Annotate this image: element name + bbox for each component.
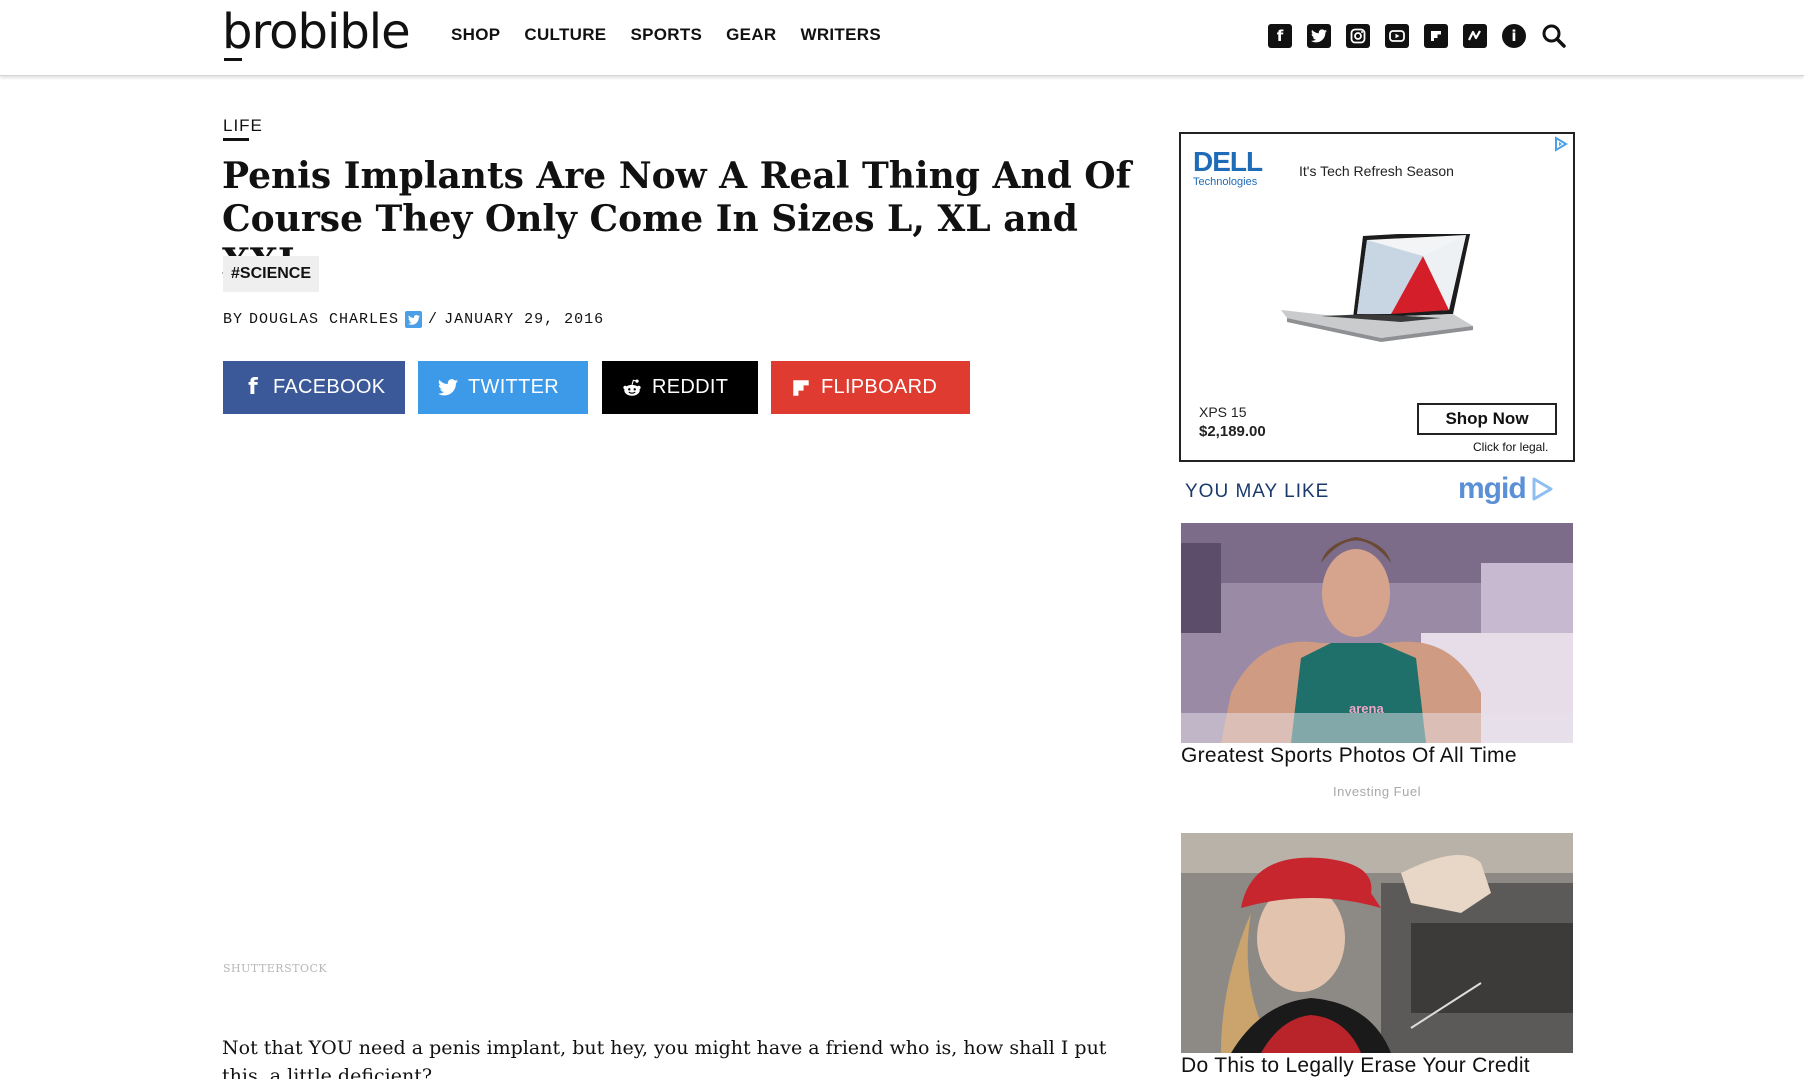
social-links: f i bbox=[1268, 23, 1567, 49]
nav-writers[interactable]: WRITERS bbox=[800, 25, 880, 45]
share-reddit-label: REDDIT bbox=[652, 376, 729, 398]
article-category[interactable]: LIFE bbox=[223, 116, 263, 136]
flipboard-icon[interactable] bbox=[1424, 24, 1448, 48]
sponsored-card-title[interactable]: Do This to Legally Erase Your Credit bbox=[1181, 1054, 1581, 1078]
ad-legal-link[interactable]: Click for legal. bbox=[1473, 440, 1548, 454]
adchoices-icon[interactable] bbox=[1553, 136, 1569, 152]
dell-logo: DELL bbox=[1193, 146, 1263, 177]
logo-underline bbox=[224, 58, 242, 61]
article-headline: Penis Implants Are Now A Real Thing And … bbox=[222, 155, 1132, 283]
ad-product-price: $2,189.00 bbox=[1199, 423, 1266, 440]
author-link[interactable]: DOUGLAS CHARLES bbox=[249, 311, 399, 328]
share-flipboard-button[interactable]: FLIPBOARD bbox=[771, 361, 970, 414]
mgid-logo[interactable]: mgid bbox=[1458, 472, 1554, 506]
author-twitter-icon[interactable] bbox=[405, 311, 423, 328]
ad-product-name: XPS 15 bbox=[1199, 404, 1247, 420]
science-tag[interactable]: #SCIENCE bbox=[223, 256, 320, 292]
site-logo[interactable]: brobible bbox=[222, 4, 411, 60]
mgid-play-icon bbox=[1532, 477, 1553, 501]
nav-gear[interactable]: GEAR bbox=[726, 25, 776, 45]
share-reddit-button[interactable]: REDDIT bbox=[602, 361, 758, 414]
article-body: Not that YOU need a penis implant, but h… bbox=[222, 1037, 1107, 1079]
byline: BY DOUGLAS CHARLES / JANUARY 29, 2016 bbox=[223, 311, 604, 328]
sponsored-card-image[interactable]: arena bbox=[1181, 523, 1573, 743]
byline-prefix: BY bbox=[223, 311, 244, 328]
you-may-like-heading: YOU MAY LIKE bbox=[1185, 481, 1330, 502]
twitter-icon[interactable] bbox=[1307, 24, 1331, 48]
dell-logo-subtitle: Technologies bbox=[1193, 176, 1258, 188]
site-header: brobible SHOP CULTURE SPORTS GEAR WRITER… bbox=[0, 0, 1804, 76]
reddit-icon bbox=[622, 378, 642, 398]
nav-culture[interactable]: CULTURE bbox=[524, 25, 606, 45]
facebook-icon[interactable]: f bbox=[1268, 24, 1292, 48]
sponsored-card-source: Investing Fuel bbox=[1333, 784, 1421, 799]
info-icon[interactable]: i bbox=[1502, 24, 1526, 48]
mgid-logo-text: mgid bbox=[1458, 472, 1527, 505]
sponsored-card-image[interactable] bbox=[1181, 833, 1573, 1053]
shop-now-button[interactable]: Shop Now bbox=[1417, 403, 1557, 435]
dell-ad[interactable]: DELL Technologies It's Tech Refresh Seas… bbox=[1179, 132, 1575, 462]
category-underline bbox=[223, 138, 249, 141]
facebook-icon: f bbox=[248, 375, 258, 400]
laptop-image bbox=[1281, 234, 1473, 342]
main-nav: SHOP CULTURE SPORTS GEAR WRITERS bbox=[451, 25, 881, 45]
sponsored-card-title[interactable]: Greatest Sports Photos Of All Time bbox=[1181, 744, 1581, 768]
flipboard-icon bbox=[791, 378, 811, 398]
youtube-icon[interactable] bbox=[1385, 24, 1409, 48]
share-facebook-label: FACEBOOK bbox=[273, 376, 386, 398]
search-icon[interactable] bbox=[1541, 23, 1567, 49]
publish-date: JANUARY 29, 2016 bbox=[444, 311, 605, 328]
byline-separator: / bbox=[428, 311, 439, 328]
share-facebook-button[interactable]: f FACEBOOK bbox=[223, 361, 405, 414]
nav-sports[interactable]: SPORTS bbox=[630, 25, 702, 45]
twitter-icon bbox=[438, 378, 458, 398]
nav-shop[interactable]: SHOP bbox=[451, 25, 500, 45]
share-flipboard-label: FLIPBOARD bbox=[821, 376, 938, 398]
ad-tagline: It's Tech Refresh Season bbox=[1299, 163, 1454, 179]
image-credit: SHUTTERSTOCK bbox=[223, 962, 328, 975]
share-twitter-label: TWITTER bbox=[468, 376, 559, 398]
share-twitter-button[interactable]: TWITTER bbox=[418, 361, 588, 414]
instagram-icon[interactable] bbox=[1346, 24, 1370, 48]
newsbreak-icon[interactable] bbox=[1463, 24, 1487, 48]
